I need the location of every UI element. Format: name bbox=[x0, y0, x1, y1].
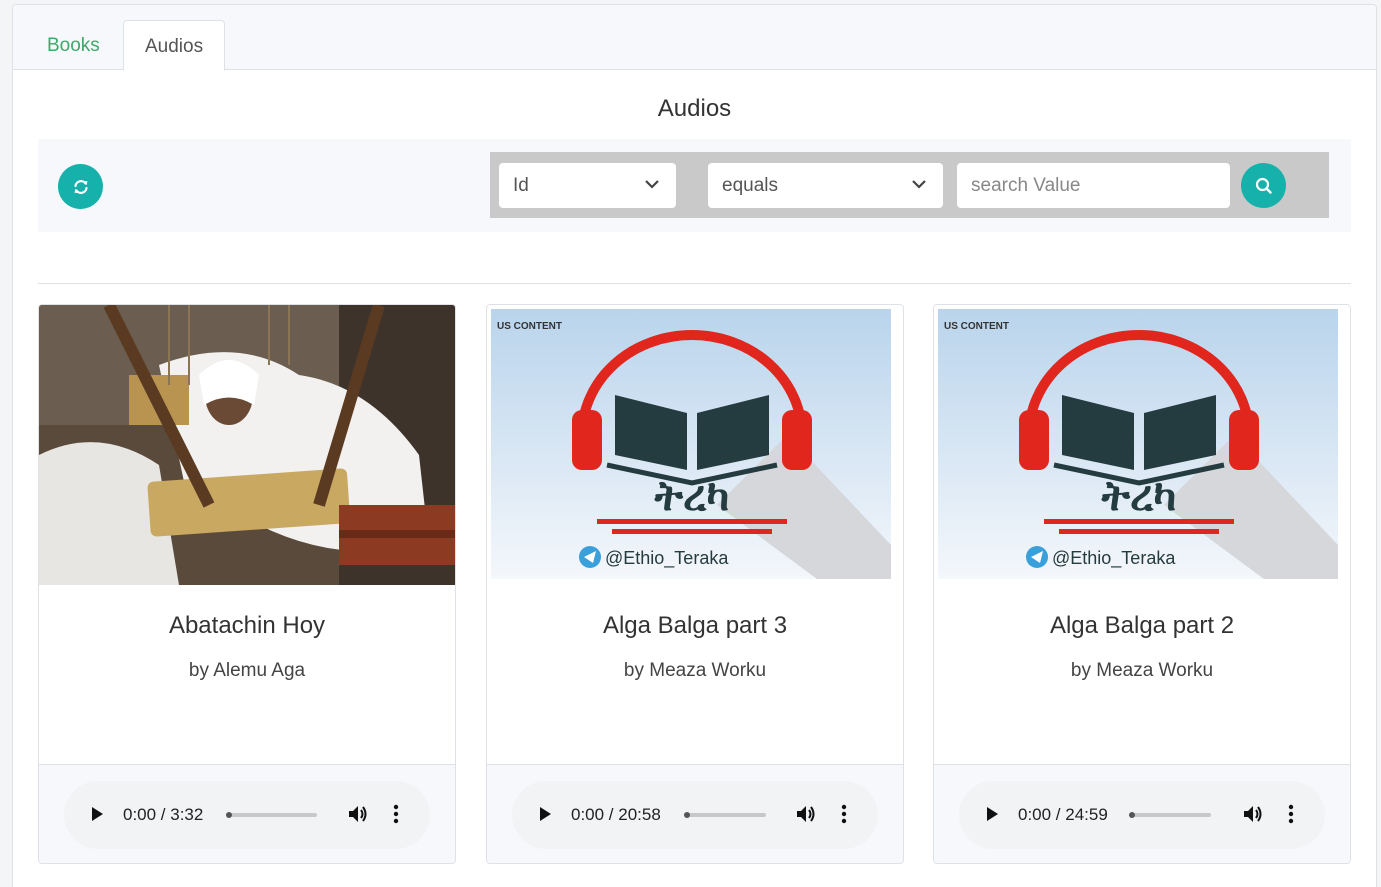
play-icon[interactable] bbox=[537, 805, 553, 823]
card-footer: 0:00 / 24:59 bbox=[934, 764, 1350, 863]
svg-text:@Ethio_Teraka: @Ethio_Teraka bbox=[1052, 548, 1176, 569]
refresh-button[interactable] bbox=[58, 164, 103, 209]
svg-text:ትረካ: ትረካ bbox=[654, 471, 730, 520]
divider bbox=[38, 283, 1351, 284]
audio-cover-image: US CONTENT ትረካ @Ethio_Teraka bbox=[487, 305, 903, 585]
audio-player: 0:00 / 3:32 bbox=[64, 781, 430, 849]
search-filter-group: Id equals bbox=[490, 152, 1329, 218]
svg-text:ትረካ: ትረካ bbox=[1101, 471, 1177, 520]
audio-library-panel: Books Audios Audios Id equals search Val… bbox=[12, 4, 1377, 887]
audio-time: 0:00 / 20:58 bbox=[571, 805, 661, 824]
seek-knob[interactable] bbox=[226, 812, 232, 818]
audio-title: Alga Balga part 2 bbox=[1049, 612, 1235, 639]
seek-bar[interactable] bbox=[1129, 812, 1211, 818]
volume-icon[interactable] bbox=[347, 803, 369, 825]
card-footer: 0:00 / 3:32 bbox=[39, 764, 455, 863]
audio-time: 0:00 / 24:59 bbox=[1018, 805, 1108, 824]
seek-bar[interactable] bbox=[226, 812, 317, 818]
tab-bar: Books Audios bbox=[13, 5, 1376, 71]
audio-time: 0:00 / 3:32 bbox=[123, 805, 204, 824]
filter-toolbar: Id equals bbox=[38, 139, 1351, 232]
refresh-icon bbox=[73, 179, 88, 194]
audio-title: Alga Balga part 3 bbox=[602, 612, 788, 639]
volume-icon[interactable] bbox=[1242, 803, 1264, 825]
volume-icon[interactable] bbox=[795, 803, 817, 825]
audio-title: Abatachin Hoy bbox=[168, 612, 326, 639]
audio-cover-image: US CONTENT ትረካ @Ethio_Teraka bbox=[934, 305, 1350, 585]
svg-text:US CONTENT: US CONTENT bbox=[944, 321, 1009, 332]
seek-bar[interactable] bbox=[684, 812, 766, 818]
tab-audios[interactable]: Audios bbox=[123, 20, 226, 71]
audio-card: Abatachin Hoy by Alemu Aga 0:00 / 3:32 bbox=[38, 304, 456, 864]
audio-card: US CONTENT ትረካ @Ethio_Teraka Alga Balga … bbox=[486, 304, 904, 864]
svg-text:US CONTENT: US CONTENT bbox=[497, 321, 562, 332]
svg-text:@Ethio_Teraka: @Ethio_Teraka bbox=[605, 548, 729, 569]
play-icon[interactable] bbox=[984, 805, 1000, 823]
audio-author: by Meaza Worku bbox=[623, 660, 767, 681]
seek-knob[interactable] bbox=[1129, 812, 1135, 818]
seek-knob[interactable] bbox=[684, 812, 690, 818]
tab-books[interactable]: Books bbox=[26, 20, 121, 71]
more-options-icon[interactable] bbox=[841, 804, 847, 824]
audio-author: by Meaza Worku bbox=[1070, 660, 1214, 681]
search-input[interactable] bbox=[957, 163, 1230, 208]
search-button[interactable] bbox=[1241, 163, 1286, 208]
operator-select-value: equals bbox=[722, 175, 778, 196]
audio-card: US CONTENT ትረካ @Ethio_Teraka Alga Balga … bbox=[933, 304, 1351, 864]
chevron-down-icon bbox=[645, 180, 659, 189]
page-title: Audios bbox=[657, 95, 732, 122]
audio-cover-image bbox=[39, 305, 455, 585]
field-select-value: Id bbox=[513, 175, 529, 196]
card-footer: 0:00 / 20:58 bbox=[487, 764, 903, 863]
operator-select[interactable]: equals bbox=[708, 163, 943, 208]
audio-player: 0:00 / 24:59 bbox=[959, 781, 1325, 849]
play-icon[interactable] bbox=[89, 805, 105, 823]
chevron-down-icon bbox=[912, 180, 926, 189]
audio-player: 0:00 / 20:58 bbox=[512, 781, 878, 849]
more-options-icon[interactable] bbox=[393, 804, 399, 824]
field-select[interactable]: Id bbox=[499, 163, 676, 208]
audio-author: by Alemu Aga bbox=[188, 660, 306, 681]
search-icon bbox=[1255, 177, 1272, 194]
more-options-icon[interactable] bbox=[1288, 804, 1294, 824]
